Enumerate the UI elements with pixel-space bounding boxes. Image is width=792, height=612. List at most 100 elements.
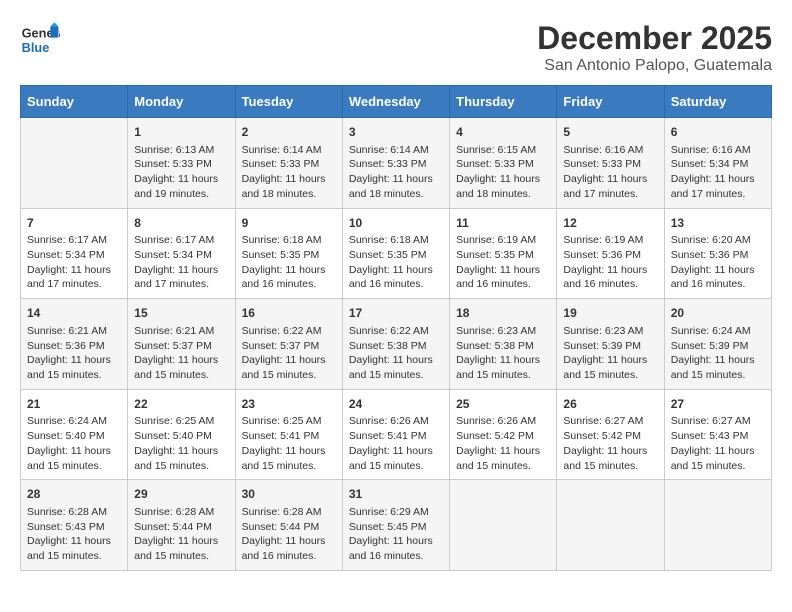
calendar-cell: 18 Sunrise: 6:23 AM Sunset: 5:38 PM Dayl… xyxy=(450,299,557,390)
daylight-hours: Daylight: 11 hours and 15 minutes. xyxy=(134,354,218,381)
day-number: 14 xyxy=(27,305,121,322)
calendar-cell: 21 Sunrise: 6:24 AM Sunset: 5:40 PM Dayl… xyxy=(21,389,128,480)
sunrise-time: Sunrise: 6:17 AM xyxy=(134,234,214,246)
sunrise-time: Sunrise: 6:23 AM xyxy=(563,325,643,337)
daylight-hours: Daylight: 11 hours and 16 minutes. xyxy=(349,264,433,291)
daylight-hours: Daylight: 11 hours and 17 minutes. xyxy=(563,173,647,200)
calendar-cell: 8 Sunrise: 6:17 AM Sunset: 5:34 PM Dayli… xyxy=(128,208,235,299)
daylight-hours: Daylight: 11 hours and 16 minutes. xyxy=(242,264,326,291)
sunrise-time: Sunrise: 6:21 AM xyxy=(27,325,107,337)
daylight-hours: Daylight: 11 hours and 19 minutes. xyxy=(134,173,218,200)
sunset-time: Sunset: 5:43 PM xyxy=(27,521,105,533)
calendar-week-3: 14 Sunrise: 6:21 AM Sunset: 5:36 PM Dayl… xyxy=(21,299,772,390)
day-number: 1 xyxy=(134,124,228,141)
day-number: 12 xyxy=(563,215,657,232)
daylight-hours: Daylight: 11 hours and 16 minutes. xyxy=(242,535,326,562)
calendar-week-5: 28 Sunrise: 6:28 AM Sunset: 5:43 PM Dayl… xyxy=(21,480,772,571)
daylight-hours: Daylight: 11 hours and 18 minutes. xyxy=(456,173,540,200)
day-number: 5 xyxy=(563,124,657,141)
day-number: 11 xyxy=(456,215,550,232)
logo: General Blue xyxy=(20,20,60,60)
sunset-time: Sunset: 5:37 PM xyxy=(242,340,320,352)
calendar-cell: 28 Sunrise: 6:28 AM Sunset: 5:43 PM Dayl… xyxy=(21,480,128,571)
calendar-cell: 9 Sunrise: 6:18 AM Sunset: 5:35 PM Dayli… xyxy=(235,208,342,299)
sunset-time: Sunset: 5:34 PM xyxy=(134,249,212,261)
page-header: General Blue December 2025 San Antonio P… xyxy=(20,20,772,75)
day-number: 2 xyxy=(242,124,336,141)
sunset-time: Sunset: 5:35 PM xyxy=(456,249,534,261)
calendar-cell: 7 Sunrise: 6:17 AM Sunset: 5:34 PM Dayli… xyxy=(21,208,128,299)
sunset-time: Sunset: 5:45 PM xyxy=(349,521,427,533)
sunset-time: Sunset: 5:40 PM xyxy=(27,430,105,442)
calendar-cell: 4 Sunrise: 6:15 AM Sunset: 5:33 PM Dayli… xyxy=(450,118,557,209)
calendar-week-1: 1 Sunrise: 6:13 AM Sunset: 5:33 PM Dayli… xyxy=(21,118,772,209)
sunrise-time: Sunrise: 6:25 AM xyxy=(134,415,214,427)
daylight-hours: Daylight: 11 hours and 15 minutes. xyxy=(671,354,755,381)
header-thursday: Thursday xyxy=(450,86,557,118)
sunrise-time: Sunrise: 6:19 AM xyxy=(456,234,536,246)
calendar-cell xyxy=(664,480,771,571)
day-number: 16 xyxy=(242,305,336,322)
sunrise-time: Sunrise: 6:27 AM xyxy=(563,415,643,427)
sunset-time: Sunset: 5:38 PM xyxy=(456,340,534,352)
calendar-cell: 30 Sunrise: 6:28 AM Sunset: 5:44 PM Dayl… xyxy=(235,480,342,571)
sunset-time: Sunset: 5:33 PM xyxy=(134,158,212,170)
sunrise-time: Sunrise: 6:24 AM xyxy=(27,415,107,427)
day-number: 21 xyxy=(27,396,121,413)
daylight-hours: Daylight: 11 hours and 16 minutes. xyxy=(563,264,647,291)
daylight-hours: Daylight: 11 hours and 15 minutes. xyxy=(671,445,755,472)
day-number: 30 xyxy=(242,486,336,503)
daylight-hours: Daylight: 11 hours and 18 minutes. xyxy=(349,173,433,200)
day-number: 3 xyxy=(349,124,443,141)
daylight-hours: Daylight: 11 hours and 15 minutes. xyxy=(134,445,218,472)
sunrise-time: Sunrise: 6:20 AM xyxy=(671,234,751,246)
sunrise-time: Sunrise: 6:21 AM xyxy=(134,325,214,337)
calendar-cell: 29 Sunrise: 6:28 AM Sunset: 5:44 PM Dayl… xyxy=(128,480,235,571)
sunset-time: Sunset: 5:35 PM xyxy=(242,249,320,261)
sunrise-time: Sunrise: 6:28 AM xyxy=(134,506,214,518)
day-number: 10 xyxy=(349,215,443,232)
calendar-table: Sunday Monday Tuesday Wednesday Thursday… xyxy=(20,85,772,571)
title-section: December 2025 San Antonio Palopo, Guatem… xyxy=(537,20,772,75)
calendar-cell: 31 Sunrise: 6:29 AM Sunset: 5:45 PM Dayl… xyxy=(342,480,449,571)
daylight-hours: Daylight: 11 hours and 18 minutes. xyxy=(242,173,326,200)
sunrise-time: Sunrise: 6:22 AM xyxy=(349,325,429,337)
daylight-hours: Daylight: 11 hours and 15 minutes. xyxy=(242,445,326,472)
header-wednesday: Wednesday xyxy=(342,86,449,118)
daylight-hours: Daylight: 11 hours and 15 minutes. xyxy=(134,535,218,562)
calendar-cell: 14 Sunrise: 6:21 AM Sunset: 5:36 PM Dayl… xyxy=(21,299,128,390)
sunrise-time: Sunrise: 6:25 AM xyxy=(242,415,322,427)
sunrise-time: Sunrise: 6:22 AM xyxy=(242,325,322,337)
calendar-cell: 17 Sunrise: 6:22 AM Sunset: 5:38 PM Dayl… xyxy=(342,299,449,390)
sunrise-time: Sunrise: 6:26 AM xyxy=(349,415,429,427)
daylight-hours: Daylight: 11 hours and 16 minutes. xyxy=(671,264,755,291)
sunset-time: Sunset: 5:34 PM xyxy=(27,249,105,261)
day-number: 9 xyxy=(242,215,336,232)
calendar-cell: 12 Sunrise: 6:19 AM Sunset: 5:36 PM Dayl… xyxy=(557,208,664,299)
sunrise-time: Sunrise: 6:29 AM xyxy=(349,506,429,518)
sunrise-time: Sunrise: 6:13 AM xyxy=(134,144,214,156)
day-number: 25 xyxy=(456,396,550,413)
sunrise-time: Sunrise: 6:17 AM xyxy=(27,234,107,246)
sunset-time: Sunset: 5:44 PM xyxy=(242,521,320,533)
calendar-cell: 26 Sunrise: 6:27 AM Sunset: 5:42 PM Dayl… xyxy=(557,389,664,480)
sunrise-time: Sunrise: 6:16 AM xyxy=(671,144,751,156)
sunset-time: Sunset: 5:34 PM xyxy=(671,158,749,170)
calendar-cell: 5 Sunrise: 6:16 AM Sunset: 5:33 PM Dayli… xyxy=(557,118,664,209)
sunrise-time: Sunrise: 6:27 AM xyxy=(671,415,751,427)
day-number: 26 xyxy=(563,396,657,413)
daylight-hours: Daylight: 11 hours and 15 minutes. xyxy=(27,354,111,381)
page-subtitle: San Antonio Palopo, Guatemala xyxy=(537,57,772,75)
sunrise-time: Sunrise: 6:14 AM xyxy=(242,144,322,156)
sunset-time: Sunset: 5:39 PM xyxy=(671,340,749,352)
sunrise-time: Sunrise: 6:24 AM xyxy=(671,325,751,337)
sunset-time: Sunset: 5:43 PM xyxy=(671,430,749,442)
day-number: 4 xyxy=(456,124,550,141)
day-number: 24 xyxy=(349,396,443,413)
calendar-cell: 22 Sunrise: 6:25 AM Sunset: 5:40 PM Dayl… xyxy=(128,389,235,480)
sunset-time: Sunset: 5:42 PM xyxy=(563,430,641,442)
sunset-time: Sunset: 5:41 PM xyxy=(349,430,427,442)
page-title: December 2025 xyxy=(537,20,772,57)
calendar-week-2: 7 Sunrise: 6:17 AM Sunset: 5:34 PM Dayli… xyxy=(21,208,772,299)
sunrise-time: Sunrise: 6:28 AM xyxy=(27,506,107,518)
